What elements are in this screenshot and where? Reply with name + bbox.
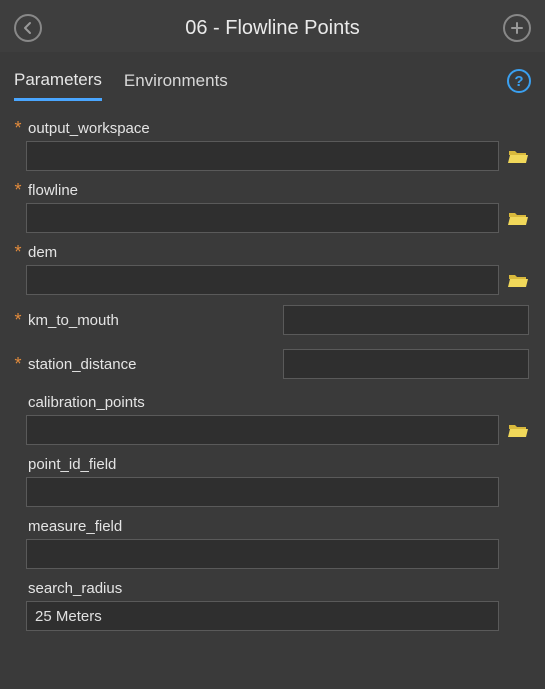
label-measure-field: measure_field	[26, 518, 122, 535]
label-search-radius: search_radius	[26, 580, 122, 597]
required-marker: *	[10, 311, 26, 329]
required-marker: *	[10, 243, 26, 261]
input-flowline[interactable]	[26, 203, 499, 233]
input-output-workspace[interactable]	[26, 141, 499, 171]
folder-icon	[508, 148, 528, 164]
tab-parameters[interactable]: Parameters	[14, 62, 102, 101]
help-button[interactable]: ?	[507, 69, 531, 93]
tabs: Parameters Environments ?	[0, 52, 545, 101]
input-station-distance[interactable]	[283, 349, 529, 379]
label-point-id-field: point_id_field	[26, 456, 116, 473]
browse-calibration-points[interactable]	[507, 422, 529, 438]
tool-header: 06 - Flowline Points	[0, 0, 545, 52]
input-km-to-mouth[interactable]	[283, 305, 529, 335]
browse-dem[interactable]	[507, 272, 529, 288]
label-dem: dem	[26, 244, 57, 261]
plus-icon	[510, 21, 524, 35]
back-button[interactable]	[14, 14, 42, 42]
required-marker: *	[10, 119, 26, 137]
browse-flowline[interactable]	[507, 210, 529, 226]
label-calibration-points: calibration_points	[26, 394, 145, 411]
folder-icon	[508, 422, 528, 438]
parameters-form: * output_workspace * flowline * dem	[0, 101, 545, 631]
folder-icon	[508, 210, 528, 226]
folder-icon	[508, 272, 528, 288]
label-flowline: flowline	[26, 182, 78, 199]
input-calibration-points[interactable]	[26, 415, 499, 445]
input-measure-field[interactable]	[26, 539, 499, 569]
tab-environments[interactable]: Environments	[124, 63, 228, 99]
label-km-to-mouth: km_to_mouth	[26, 312, 283, 329]
page-title: 06 - Flowline Points	[42, 17, 503, 40]
input-search-radius[interactable]	[26, 601, 499, 631]
label-station-distance: station_distance	[26, 356, 283, 373]
input-point-id-field[interactable]	[26, 477, 499, 507]
required-marker: *	[10, 355, 26, 373]
add-button[interactable]	[503, 14, 531, 42]
browse-output-workspace[interactable]	[507, 148, 529, 164]
required-marker: *	[10, 181, 26, 199]
label-output-workspace: output_workspace	[26, 120, 150, 137]
input-dem[interactable]	[26, 265, 499, 295]
back-arrow-icon	[21, 21, 35, 35]
